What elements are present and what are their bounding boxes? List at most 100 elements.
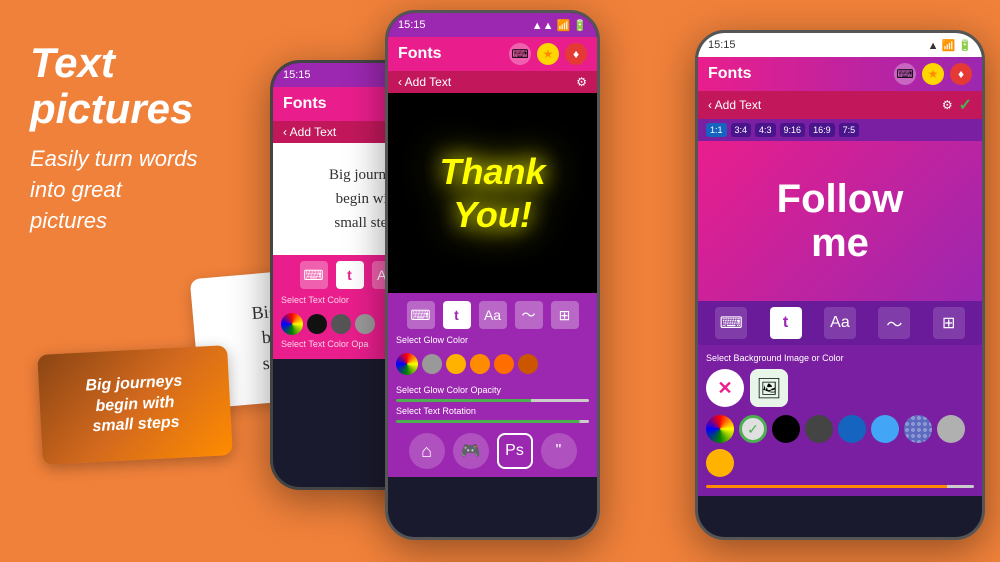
settings-icon-right[interactable]: ⚙ bbox=[942, 98, 953, 112]
settings-icon-mid[interactable]: ⚙ bbox=[576, 75, 587, 89]
bottom-nav-mid: ⌂ 🎮 Ps " bbox=[396, 433, 589, 469]
tb-grid-right[interactable]: ⊞ bbox=[933, 307, 965, 339]
toolbar-right: ⌨ t Aa 〜 ⊞ bbox=[698, 301, 982, 345]
add-text-mid: ‹ Add Text bbox=[398, 75, 451, 89]
color-dark-gray[interactable] bbox=[331, 314, 351, 334]
toolbar-row-mid: ⌨ t Aa 〜 ⊞ bbox=[396, 301, 589, 329]
gem-icon-mid[interactable]: ♦ bbox=[565, 43, 587, 65]
glow-deep-orange[interactable] bbox=[494, 354, 514, 374]
time-right: 15:15 bbox=[708, 39, 736, 51]
home-icon-mid[interactable]: ⌂ bbox=[409, 433, 445, 469]
color-black[interactable] bbox=[307, 314, 327, 334]
time-mid: 15:15 bbox=[398, 19, 426, 31]
edit-icon-mid[interactable]: Ps bbox=[497, 433, 533, 469]
swatch-pattern[interactable] bbox=[904, 415, 932, 443]
app-title-left: Fonts bbox=[283, 95, 327, 113]
glow-brown[interactable] bbox=[518, 354, 538, 374]
glow-section: Select Glow Color bbox=[396, 335, 589, 379]
tb-text-mid[interactable]: t bbox=[443, 301, 471, 329]
ratio-7-5[interactable]: 7:5 bbox=[839, 123, 860, 137]
bg-remove-btn[interactable]: ✕ bbox=[706, 369, 744, 407]
swatch-wheel[interactable] bbox=[706, 415, 734, 443]
add-text-left: ‹ Add Text bbox=[283, 125, 336, 139]
color-palette: ✓ bbox=[706, 415, 974, 443]
opacity-slider[interactable] bbox=[396, 399, 589, 402]
ratio-4-3[interactable]: 4:3 bbox=[755, 123, 776, 137]
glow-wheel[interactable] bbox=[396, 353, 418, 375]
swatch-light-blue[interactable] bbox=[871, 415, 899, 443]
glow-orange[interactable] bbox=[470, 354, 490, 374]
glow-yellow[interactable] bbox=[446, 354, 466, 374]
color-gray[interactable] bbox=[355, 314, 375, 334]
tb-text-right[interactable]: t bbox=[770, 307, 802, 339]
color-palette-2 bbox=[706, 449, 974, 477]
tb-grid-mid[interactable]: ⊞ bbox=[551, 301, 579, 329]
swatch-blue[interactable] bbox=[838, 415, 866, 443]
app-title-mid: Fonts bbox=[398, 45, 442, 63]
sub-header-mid: ‹ Add Text ⚙ bbox=[388, 71, 597, 93]
swatch-amber[interactable] bbox=[706, 449, 734, 477]
star-icon-right[interactable]: ★ bbox=[922, 63, 944, 85]
swatch-black[interactable] bbox=[772, 415, 800, 443]
status-bar-mid: 15:15 ▲▲ 📶 🔋 bbox=[388, 13, 597, 37]
rotation-slider[interactable] bbox=[396, 420, 589, 423]
canvas-right: Followme bbox=[698, 141, 982, 301]
sub-header-right: ‹ Add Text ⚙ ✓ bbox=[698, 91, 982, 119]
canvas-mid: ThankYou! bbox=[388, 93, 597, 293]
bg-image-btn[interactable]: 🖼 bbox=[750, 369, 788, 407]
rotation-label: Select Text Rotation bbox=[396, 406, 589, 416]
status-bar-right: 15:15 ▲ 📶 🔋 bbox=[698, 33, 982, 57]
gem-icon-right[interactable]: ♦ bbox=[950, 63, 972, 85]
keyboard-icon-mid[interactable]: ⌨ bbox=[509, 43, 531, 65]
canvas-text-right: Followme bbox=[777, 177, 904, 265]
tb-wave-right[interactable]: 〜 bbox=[878, 307, 910, 339]
tb-font-right[interactable]: Aa bbox=[824, 307, 856, 339]
tb-keyboard-mid[interactable]: ⌨ bbox=[407, 301, 435, 329]
tb-font-mid[interactable]: Aa bbox=[479, 301, 507, 329]
time-left: 15:15 bbox=[283, 69, 311, 81]
ratio-1-1[interactable]: 1:1 bbox=[706, 123, 727, 137]
add-text-right: ‹ Add Text bbox=[708, 98, 761, 112]
aspect-ratios: 1:1 3:4 4:3 9:16 16:9 7:5 bbox=[698, 119, 982, 141]
hero-section: Text pictures Easily turn wordsinto grea… bbox=[30, 40, 270, 237]
ratio-3-4[interactable]: 3:4 bbox=[731, 123, 752, 137]
dark-card: Big journeysbegin withsmall steps bbox=[37, 345, 232, 465]
swatch-gray[interactable] bbox=[937, 415, 965, 443]
tb-text[interactable]: t bbox=[336, 261, 364, 289]
header-icons-mid: ⌨ ★ ♦ bbox=[509, 43, 587, 65]
check-icon-right[interactable]: ✓ bbox=[959, 95, 972, 115]
star-icon-mid[interactable]: ★ bbox=[537, 43, 559, 65]
game-icon-mid[interactable]: 🎮 bbox=[453, 433, 489, 469]
tb-wave-mid[interactable]: 〜 bbox=[515, 301, 543, 329]
ratio-16-9[interactable]: 16:9 bbox=[809, 123, 835, 137]
swatch-white-selected[interactable]: ✓ bbox=[739, 415, 767, 443]
hero-subtitle: Easily turn wordsinto greatpictures bbox=[30, 144, 270, 236]
glow-color-label: Select Glow Color bbox=[396, 335, 589, 345]
keyboard-icon-right[interactable]: ⌨ bbox=[894, 63, 916, 85]
signal-mid: ▲▲ 📶 🔋 bbox=[532, 19, 587, 32]
glow-gray[interactable] bbox=[422, 354, 442, 374]
color-wheel[interactable] bbox=[281, 313, 303, 335]
app-header-right: Fonts ⌨ ★ ♦ bbox=[698, 57, 982, 91]
phone-right: 15:15 ▲ 📶 🔋 Fonts ⌨ ★ ♦ ‹ Add Text ⚙ ✓ 1… bbox=[695, 30, 985, 540]
glow-opacity-label: Select Glow Color Opacity bbox=[396, 385, 589, 395]
bottom-slider-right[interactable] bbox=[706, 485, 974, 488]
bottom-panel-right: Select Background Image or Color ✕ 🖼 ✓ bbox=[698, 345, 982, 496]
hero-title: Text pictures bbox=[30, 40, 270, 132]
swatch-dark[interactable] bbox=[805, 415, 833, 443]
card-dark-text: Big journeysbegin withsmall steps bbox=[85, 371, 185, 438]
bg-options: ✕ 🖼 bbox=[706, 369, 974, 407]
ratio-9-16[interactable]: 9:16 bbox=[780, 123, 806, 137]
bottom-panel-mid: ⌨ t Aa 〜 ⊞ Select Glow Color Select Glow… bbox=[388, 293, 597, 477]
app-header-mid: Fonts ⌨ ★ ♦ bbox=[388, 37, 597, 71]
signal-right: ▲ 📶 🔋 bbox=[928, 39, 972, 52]
tb-keyboard-right[interactable]: ⌨ bbox=[715, 307, 747, 339]
header-icons-right: ⌨ ★ ♦ bbox=[894, 63, 972, 85]
app-title-right: Fonts bbox=[708, 65, 752, 83]
canvas-text-mid: ThankYou! bbox=[439, 150, 545, 236]
tb-keyboard[interactable]: ⌨ bbox=[300, 261, 328, 289]
bg-label: Select Background Image or Color bbox=[706, 353, 974, 363]
phone-mid: 15:15 ▲▲ 📶 🔋 Fonts ⌨ ★ ♦ ‹ Add Text ⚙ Th… bbox=[385, 10, 600, 540]
glow-colors bbox=[396, 349, 589, 379]
quote-icon-mid[interactable]: " bbox=[541, 433, 577, 469]
